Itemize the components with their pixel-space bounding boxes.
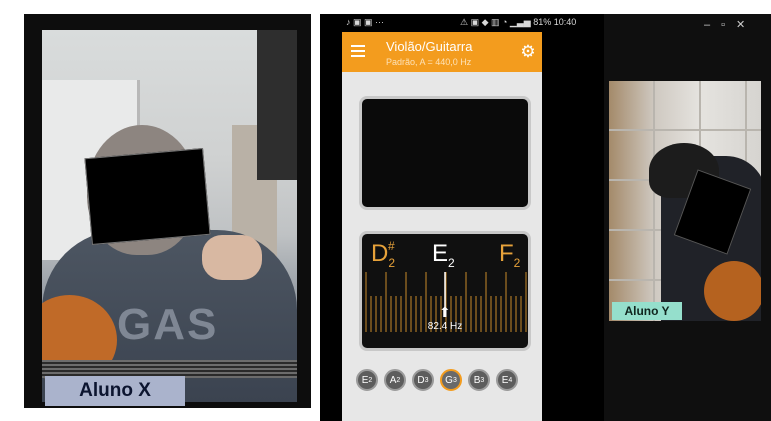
waveform-display (359, 96, 531, 210)
string-button-letter: A (389, 374, 397, 386)
string-button-octave: 4 (508, 376, 513, 384)
phone-status-bar: ♪ ▣ ▣ ··· ⚠ ▣ ◆ ▥ ◔ ▁▃▅ 81% 10:40 (320, 14, 604, 32)
face-redaction-box (84, 147, 211, 246)
string-button-d3[interactable]: D3 (412, 369, 434, 391)
minimize-icon[interactable]: – (704, 19, 710, 31)
tuner-gauge: D2# E2 F2 ⬆ 82.4 Hz (359, 231, 531, 351)
frequency-readout: 82.4 Hz (427, 321, 463, 332)
string-button-letter: E (501, 374, 509, 386)
background-poster (257, 30, 297, 180)
tuning-subtitle: Padrão, A = 440,0 Hz (386, 57, 472, 67)
close-icon[interactable]: ✕ (736, 19, 745, 31)
tuner-app: Violão/Guitarra Padrão, A = 440,0 Hz ⚙ D… (342, 32, 542, 421)
status-signal-icons: ⚠ ▣ ◆ ▥ ◔ ▁▃▅ (460, 17, 534, 27)
string-button-letter: G (445, 374, 453, 386)
status-system-icons: ⚠ ▣ ◆ ▥ ◔ ▁▃▅ 81% 10:40 (460, 17, 576, 28)
note-center: E2 (432, 240, 455, 270)
app-header: Violão/Guitarra Padrão, A = 440,0 Hz ⚙ (342, 32, 542, 72)
note-left: D2# (371, 239, 396, 270)
needle-arrow-icon: ⬆ (439, 304, 451, 320)
student-name-label-right: Aluno Y (612, 302, 682, 320)
app-title: Violão/Guitarra (386, 39, 473, 54)
hoodie-print: GAS (117, 300, 219, 349)
phone-screen: ♪ ▣ ▣ ··· ⚠ ▣ ◆ ▥ ◔ ▁▃▅ 81% 10:40 Violão… (320, 14, 604, 421)
string-button-e4[interactable]: E4 (496, 369, 518, 391)
string-button-octave: 2 (368, 376, 373, 384)
string-button-e2[interactable]: E2 (356, 369, 378, 391)
string-button-b3[interactable]: B3 (468, 369, 490, 391)
video-window-right: – ▫ ✕ Aluno Y (604, 14, 771, 421)
string-button-letter: E (361, 374, 369, 386)
hamburger-menu-icon[interactable] (351, 45, 365, 57)
student-name-label-left: Aluno X (45, 376, 185, 406)
maximize-icon[interactable]: ▫ (721, 19, 725, 31)
window-controls: – ▫ ✕ (704, 18, 756, 31)
video-feed-right (609, 81, 761, 321)
string-button-letter: B (473, 374, 481, 386)
gear-icon[interactable]: ⚙ (519, 43, 537, 61)
note-right: F2 (499, 240, 521, 270)
string-button-g3[interactable]: G3 (440, 369, 462, 391)
status-notification-icons: ♪ ▣ ▣ ··· (346, 17, 384, 27)
string-button-octave: 3 (424, 376, 429, 384)
string-button-a2[interactable]: A2 (384, 369, 406, 391)
student-hand (202, 235, 262, 280)
string-selector: E2A2D3G3B3E4 (356, 369, 528, 401)
string-button-letter: D (417, 374, 425, 386)
string-button-octave: 3 (452, 376, 457, 384)
guitar-body (704, 261, 761, 321)
battery-time: 81% 10:40 (533, 17, 577, 27)
string-button-octave: 2 (396, 376, 401, 384)
string-button-octave: 3 (480, 376, 485, 384)
